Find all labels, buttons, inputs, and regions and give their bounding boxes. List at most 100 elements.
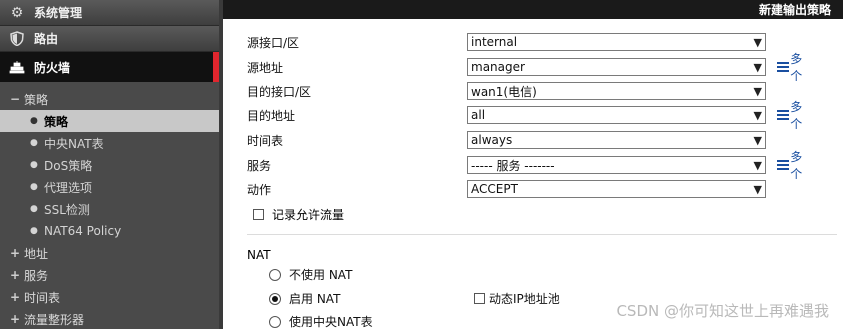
- page-title: 新建输出策略: [758, 3, 831, 17]
- select-value: internal: [471, 35, 518, 49]
- log-allowed-label: 记录允许流量: [272, 207, 345, 222]
- select-value: ACCEPT: [471, 182, 518, 196]
- dynamic-pool-row: 动态IP地址池: [474, 290, 560, 307]
- chevron-down-icon: ▼: [753, 109, 762, 122]
- chevron-down-icon: ▼: [753, 36, 762, 49]
- sidebar-item-dos[interactable]: ● DoS策略: [0, 154, 219, 176]
- dst-interface-select[interactable]: wan1(电信) ▼: [467, 82, 766, 100]
- multi-list-icon: [775, 109, 789, 122]
- bullet-icon: ●: [30, 138, 38, 148]
- expand-icon: +: [10, 290, 21, 304]
- sidebar-item-label: 路由: [34, 32, 59, 46]
- sidebar-item-proxy[interactable]: ● 代理选项: [0, 176, 219, 198]
- radio-label: 使用中央NAT表: [289, 315, 373, 329]
- sidebar-item-system[interactable]: ⚙ 系统管理: [0, 0, 219, 26]
- nat-option-none[interactable]: 不使用 NAT: [269, 266, 352, 283]
- dst-address-select[interactable]: all ▼: [467, 106, 766, 124]
- service-select[interactable]: ----- 服务 ------- ▼: [467, 156, 766, 174]
- field-label: 目的地址: [247, 108, 296, 123]
- dynamic-pool-label: 动态IP地址池: [489, 292, 560, 306]
- log-allowed-checkbox[interactable]: [253, 208, 264, 220]
- gear-icon: ⚙: [10, 4, 24, 21]
- sidebar-item-policy[interactable]: ● 策略: [0, 110, 219, 132]
- sidebar-group-address[interactable]: + 地址: [0, 242, 219, 264]
- sidebar-group-label: 服务: [24, 268, 49, 283]
- radio-label: 启用 NAT: [289, 292, 341, 306]
- multi-list-icon: [775, 159, 789, 172]
- chevron-down-icon: ▼: [753, 134, 762, 147]
- nat-heading: NAT: [247, 248, 271, 262]
- select-value: ----- 服务 -------: [471, 158, 555, 173]
- nat-none-radio[interactable]: [269, 268, 281, 281]
- src-address-select[interactable]: manager ▼: [467, 58, 766, 76]
- dynamic-pool-checkbox[interactable]: [474, 293, 485, 304]
- more-label: 多个: [790, 52, 803, 83]
- chevron-down-icon: ▼: [753, 61, 762, 74]
- nat-option-enable[interactable]: 启用 NAT: [269, 290, 340, 307]
- chevron-down-icon: ▼: [753, 159, 762, 172]
- main-panel: 新建输出策略 源接口/区 internal ▼ 源地址 manager ▼ 多个…: [219, 0, 843, 329]
- sidebar-item-nat64[interactable]: ● NAT64 Policy: [0, 220, 219, 242]
- sidebar-item-label: NAT64 Policy: [44, 224, 122, 238]
- radio-label: 不使用 NAT: [289, 268, 353, 282]
- sidebar-item-label: SSL检测: [44, 202, 90, 217]
- bullet-icon: ●: [30, 182, 38, 192]
- section-divider: [247, 234, 837, 235]
- schedule-select[interactable]: always ▼: [467, 131, 766, 149]
- src-address-multiple-link[interactable]: 多个: [775, 50, 807, 84]
- sidebar-item-label: 防火墙: [34, 60, 71, 75]
- select-value: all: [471, 108, 486, 122]
- field-label: 服务: [247, 158, 272, 173]
- sidebar-group-label: 时间表: [24, 290, 61, 305]
- bullet-icon: ●: [30, 226, 38, 236]
- more-label: 多个: [790, 100, 803, 131]
- bullet-icon: ●: [30, 204, 38, 214]
- sidebar-item-label: DoS策略: [44, 158, 93, 173]
- multi-list-icon: [775, 61, 789, 74]
- log-allowed-row: 记录允许流量: [253, 204, 344, 224]
- nat-central-radio[interactable]: [269, 315, 281, 328]
- field-label: 目的接口/区: [247, 84, 312, 99]
- sidebar-group-schedule[interactable]: + 时间表: [0, 286, 219, 308]
- bullet-icon: ●: [30, 116, 38, 126]
- service-multiple-link[interactable]: 多个: [775, 148, 807, 182]
- select-value: wan1(电信): [471, 84, 537, 99]
- shield-icon: [8, 31, 26, 46]
- src-interface-select[interactable]: internal ▼: [467, 33, 766, 51]
- sidebar-group-shaper[interactable]: + 流量整形器: [0, 308, 219, 329]
- sidebar-item-ssl[interactable]: ● SSL检测: [0, 198, 219, 220]
- select-value: manager: [471, 60, 525, 74]
- field-label: 源地址: [247, 60, 284, 75]
- sidebar-group-policy[interactable]: − 策略: [0, 88, 219, 110]
- field-label: 时间表: [247, 133, 284, 148]
- sidebar-item-firewall[interactable]: 防火墙: [0, 52, 219, 82]
- more-label: 多个: [790, 150, 803, 181]
- bullet-icon: ●: [30, 160, 38, 170]
- sidebar-group-label: 流量整形器: [24, 312, 85, 327]
- sidebar-item-central-nat[interactable]: ● 中央NAT表: [0, 132, 219, 154]
- action-select[interactable]: ACCEPT ▼: [467, 180, 766, 198]
- expand-icon: +: [10, 268, 21, 282]
- chevron-down-icon: ▼: [753, 85, 762, 98]
- sidebar-item-label: 策略: [44, 114, 69, 129]
- field-label: 动作: [247, 182, 272, 197]
- sidebar-item-label: 代理选项: [44, 180, 93, 195]
- watermark: CSDN @你可知这世上再难遇我: [616, 302, 829, 320]
- expand-icon: +: [10, 246, 21, 260]
- sidebar-group-service[interactable]: + 服务: [0, 264, 219, 286]
- nat-option-central[interactable]: 使用中央NAT表: [269, 313, 373, 329]
- collapse-icon: −: [10, 92, 21, 106]
- nat-heading-row: NAT: [247, 245, 271, 265]
- dst-address-multiple-link[interactable]: 多个: [775, 98, 807, 132]
- sidebar-item-label: 中央NAT表: [44, 136, 104, 151]
- sidebar-group-label: 地址: [24, 246, 49, 261]
- firewall-icon: [8, 60, 26, 74]
- sidebar: ⚙ 系统管理 路由 防火墙 − 策略 ● 策略 ● 中央NAT表 ● DoS策略…: [0, 0, 219, 329]
- expand-icon: +: [10, 312, 21, 326]
- select-value: always: [471, 133, 513, 147]
- page-title-bar: 新建输出策略: [223, 0, 843, 19]
- sidebar-item-route[interactable]: 路由: [0, 26, 219, 52]
- field-label: 源接口/区: [247, 35, 300, 50]
- sidebar-group-label: 策略: [24, 92, 49, 107]
- nat-enable-radio[interactable]: [269, 292, 281, 305]
